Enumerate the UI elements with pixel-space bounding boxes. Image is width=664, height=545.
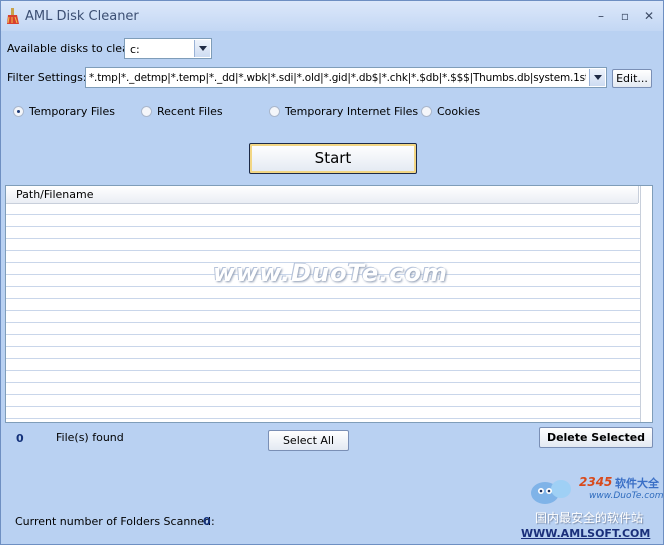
radio-icon[interactable]	[269, 106, 280, 117]
title-bar[interactable]: AML Disk Cleaner – ▫ ✕	[1, 1, 663, 31]
disk-select[interactable]: c:	[124, 38, 212, 59]
table-row[interactable]	[6, 335, 640, 347]
file-list[interactable]: Path/Filename	[5, 185, 653, 423]
chevron-down-icon	[593, 75, 602, 80]
mascot-logo-icon	[531, 480, 571, 504]
close-button[interactable]: ✕	[641, 8, 657, 24]
table-row[interactable]	[6, 203, 640, 215]
logo-text: 软件大全	[615, 477, 659, 490]
edit-filter-button[interactable]: Edit...	[612, 69, 652, 88]
option-temporary-files[interactable]: Temporary Files	[13, 105, 115, 118]
table-row[interactable]	[6, 323, 640, 335]
filter-input[interactable]: *.tmp|*._detmp|*.temp|*._dd|*.wbk|*.sdi|…	[85, 67, 607, 88]
watermark-text: www.DuoTe.com	[213, 259, 448, 287]
app-broom-icon	[7, 8, 19, 24]
logo-number: 2345	[579, 475, 613, 489]
table-row[interactable]	[6, 395, 640, 407]
option-temporary-internet-files[interactable]: Temporary Internet Files	[269, 105, 418, 118]
table-row[interactable]	[6, 383, 640, 395]
column-divider	[638, 186, 639, 203]
table-row[interactable]	[6, 311, 640, 323]
option-label: Cookies	[437, 105, 481, 118]
table-row[interactable]	[6, 359, 640, 371]
window-title: AML Disk Cleaner	[25, 9, 139, 24]
files-found-count: 0	[16, 432, 24, 445]
table-row[interactable]	[6, 227, 640, 239]
table-row[interactable]	[6, 299, 640, 311]
option-cookies[interactable]: Cookies	[421, 105, 480, 118]
list-rows	[6, 203, 640, 422]
filter-dropdown-button[interactable]	[589, 69, 605, 86]
table-row[interactable]	[6, 407, 640, 419]
filter-label: Filter Settings:	[7, 71, 87, 84]
delete-selected-button[interactable]: Delete Selected	[539, 427, 653, 448]
main-window: AML Disk Cleaner – ▫ ✕ Available disks t…	[0, 0, 664, 545]
logo-site: www.DuoTe.com	[589, 491, 664, 501]
select-all-button[interactable]: Select All	[268, 430, 349, 451]
column-path-filename[interactable]: Path/Filename	[16, 188, 93, 201]
radio-icon[interactable]	[421, 106, 432, 117]
folders-scanned-count: 0	[203, 515, 211, 528]
radio-selected-icon[interactable]	[13, 106, 24, 117]
amlsoft-link[interactable]: WWW.AMLSOFT.COM	[521, 527, 650, 540]
disk-select-value: c:	[130, 43, 140, 56]
list-vertical-divider	[640, 186, 641, 422]
list-header: Path/Filename	[6, 186, 639, 204]
minimize-button[interactable]: –	[593, 8, 609, 24]
start-button[interactable]: Start	[249, 143, 417, 174]
table-row[interactable]	[6, 215, 640, 227]
chevron-down-icon	[198, 46, 207, 51]
option-label: Temporary Files	[29, 105, 115, 118]
maximize-button[interactable]: ▫	[617, 8, 633, 24]
table-row[interactable]	[6, 287, 640, 299]
files-found-label: File(s) found	[56, 431, 124, 444]
option-label: Temporary Internet Files	[285, 105, 419, 118]
option-recent-files[interactable]: Recent Files	[141, 105, 223, 118]
logo-slogan: 国内最安全的软件站	[535, 511, 644, 525]
folders-scanned-label: Current number of Folders Scanned:	[15, 515, 215, 528]
option-label: Recent Files	[157, 105, 223, 118]
table-row[interactable]	[6, 239, 640, 251]
disk-label: Available disks to clean:	[7, 42, 140, 55]
filter-input-value: *.tmp|*._detmp|*.temp|*._dd|*.wbk|*.sdi|…	[89, 72, 586, 84]
disk-dropdown-button[interactable]	[194, 40, 210, 57]
radio-icon[interactable]	[141, 106, 152, 117]
table-row[interactable]	[6, 371, 640, 383]
table-row[interactable]	[6, 347, 640, 359]
